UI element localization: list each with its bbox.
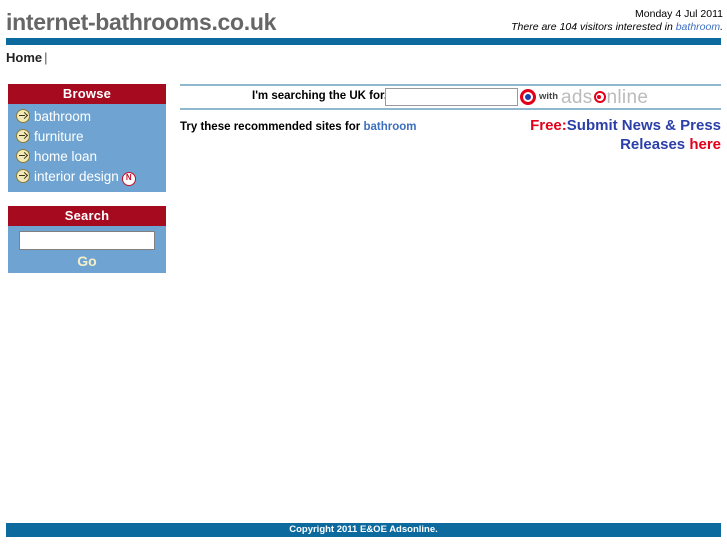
sidebar-item-furniture[interactable]: furniture xyxy=(8,127,166,147)
adsonline-wordmark: ads nline xyxy=(561,88,648,107)
search-panel-title: Search xyxy=(8,206,166,226)
target-bullseye-icon xyxy=(520,89,536,105)
visitor-keyword-link[interactable]: bathroom xyxy=(676,21,720,33)
brand-part-nline: nline xyxy=(606,86,649,108)
adsonline-logo[interactable]: with ads nline xyxy=(520,86,648,108)
search-prompt-label: I'm searching the UK for... xyxy=(252,90,394,102)
main-content: I'm searching the UK for... with ads nlin… xyxy=(180,84,721,167)
main-search-row: I'm searching the UK for... with ads nlin… xyxy=(180,86,721,108)
sidebar-search-input[interactable] xyxy=(19,231,155,250)
current-date: Monday 4 Jul 2011 xyxy=(635,8,723,20)
sidebar-item-label: home loan xyxy=(34,149,98,164)
sidebar-item-interior-design[interactable]: interior design N xyxy=(8,167,166,187)
nav-separator: | xyxy=(44,50,48,65)
visitor-count-suffix: . xyxy=(720,21,723,33)
arrow-bullet-icon xyxy=(16,149,30,163)
promo-here-link[interactable]: here xyxy=(689,136,721,153)
visitor-count-line: There are 104 visitors interested in bat… xyxy=(511,21,723,34)
page-header: internet-bathrooms.co.uk Monday 4 Jul 20… xyxy=(0,0,727,38)
sidebar-search-go-button[interactable]: Go xyxy=(77,253,96,269)
sidebar-item-label: interior design xyxy=(34,169,119,184)
main-search-input[interactable] xyxy=(385,88,518,106)
brand-part-ads: ads xyxy=(561,86,593,108)
search-panel: Search Go xyxy=(8,206,166,273)
sidebar-item-label: furniture xyxy=(34,129,84,144)
search-panel-body: Go xyxy=(8,226,166,273)
breadcrumb: Home | xyxy=(6,50,48,65)
arrow-bullet-icon xyxy=(16,129,30,143)
main-below-row: Try these recommended sites for bathroom… xyxy=(180,117,721,167)
sidebar-item-home-loan[interactable]: home loan xyxy=(8,147,166,167)
recommended-sites-line: Try these recommended sites for bathroom xyxy=(180,121,416,133)
main-bottom-divider xyxy=(180,108,721,110)
recommended-keyword-link[interactable]: bathroom xyxy=(363,121,416,133)
page-footer: Copyright 2011 E&OE Adsonline. xyxy=(6,523,721,537)
promo-free-label: Free: xyxy=(530,117,567,134)
recommended-sites-prefix: Try these recommended sites for xyxy=(180,121,364,133)
arrow-bullet-icon xyxy=(16,109,30,123)
with-label: with xyxy=(539,91,558,102)
visitor-count-prefix: There are 104 visitors interested in xyxy=(511,21,676,33)
header-divider-bar xyxy=(6,38,721,45)
arrow-bullet-icon xyxy=(16,169,30,183)
target-o-icon xyxy=(593,91,606,103)
sidebar-item-bathroom[interactable]: bathroom xyxy=(8,107,166,127)
browse-panel: Browse bathroom furniture home loan inte… xyxy=(8,84,166,192)
sidebar: Browse bathroom furniture home loan inte… xyxy=(8,84,166,287)
site-title: internet-bathrooms.co.uk xyxy=(6,9,277,35)
browse-panel-body: bathroom furniture home loan interior de… xyxy=(8,104,166,192)
header-meta: Monday 4 Jul 2011 There are 104 visitors… xyxy=(511,8,723,34)
new-badge-icon: N xyxy=(121,172,136,186)
press-release-promo[interactable]: Free:Submit News & Press Releases here xyxy=(461,116,721,154)
nav-item-home[interactable]: Home xyxy=(6,50,42,65)
browse-panel-title: Browse xyxy=(8,84,166,104)
sidebar-item-label: bathroom xyxy=(34,109,92,124)
